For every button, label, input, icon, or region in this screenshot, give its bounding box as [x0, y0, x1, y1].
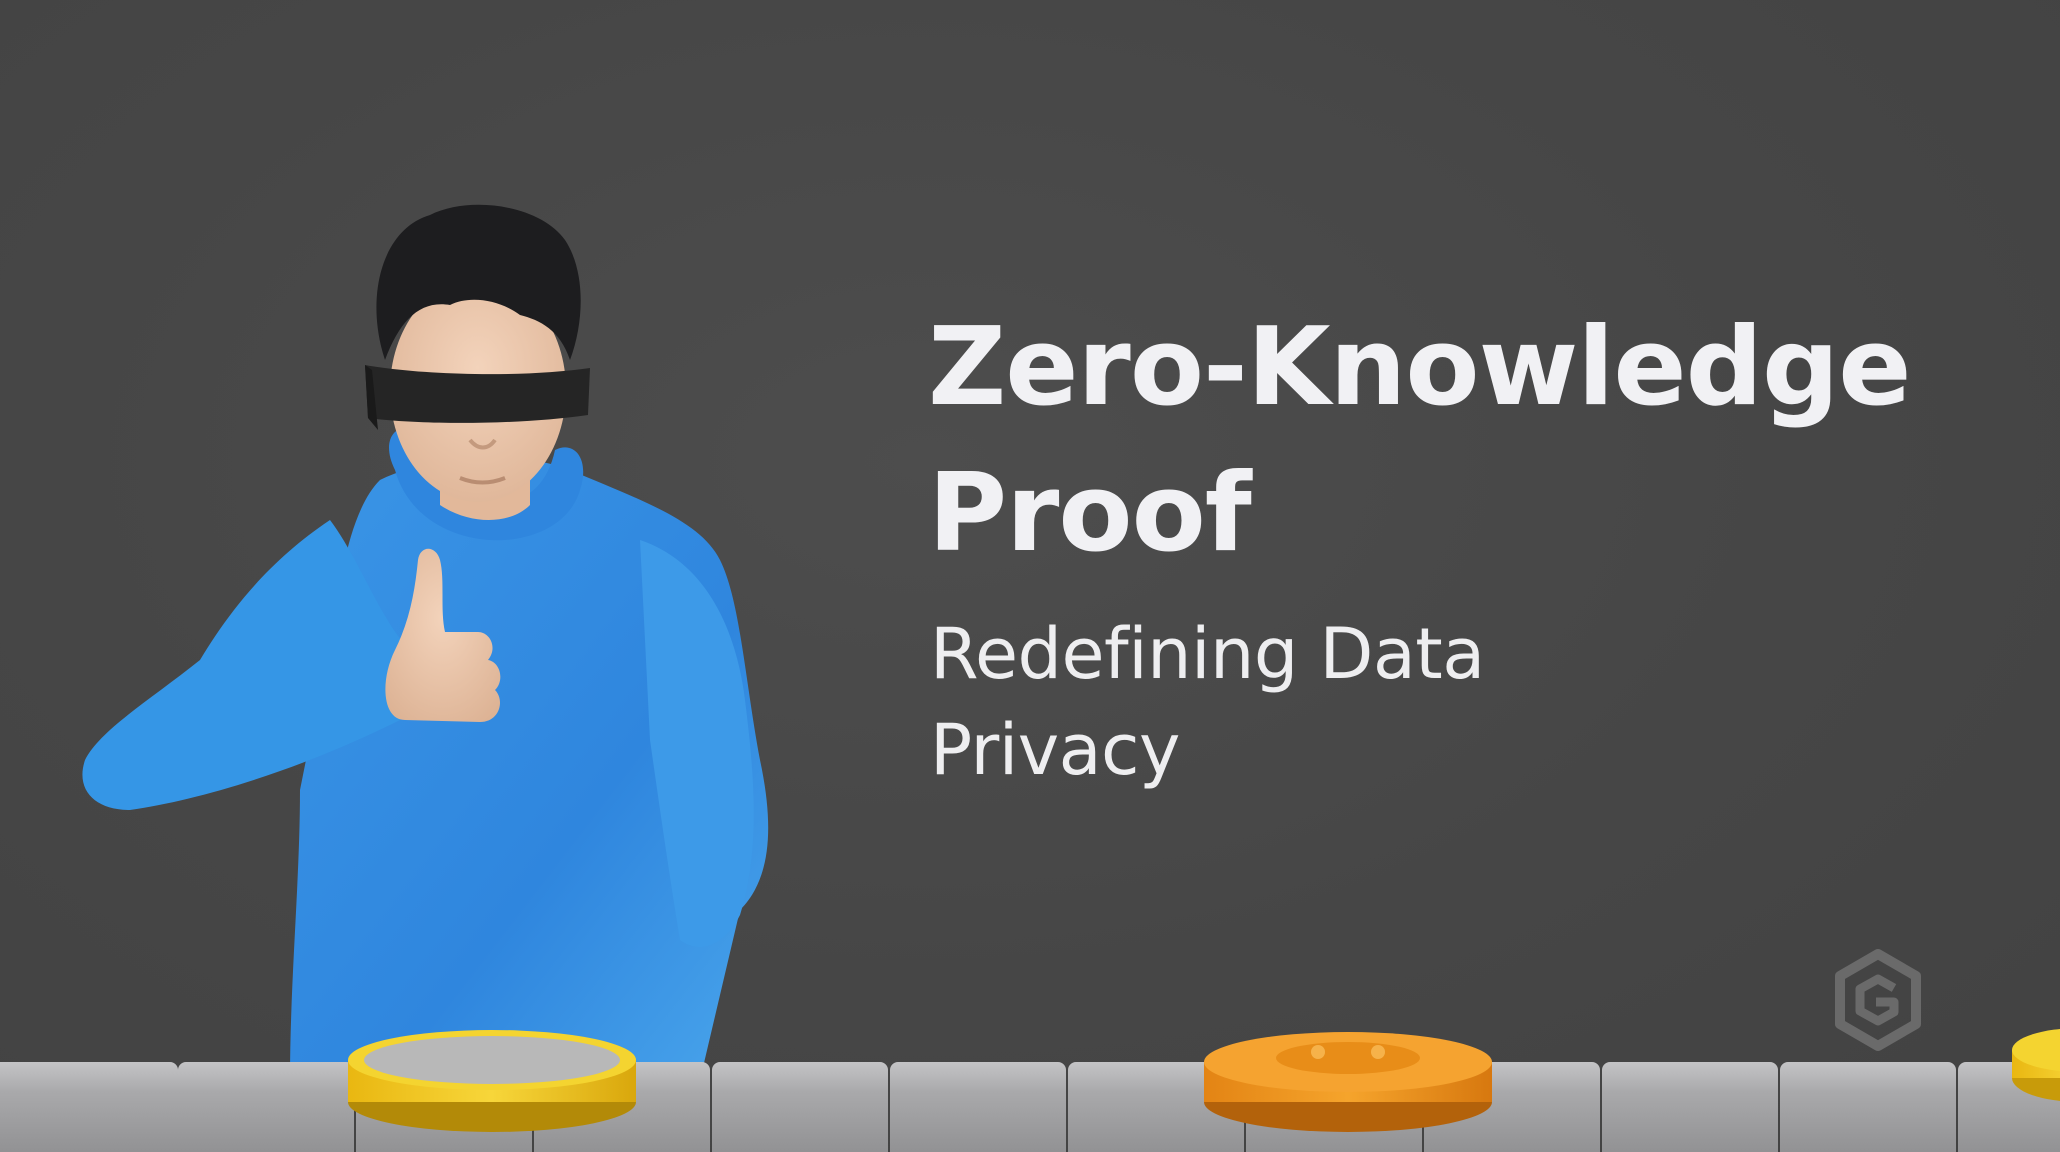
tile-floor — [0, 1062, 2060, 1152]
page-title: Zero-Knowledge Proof — [928, 295, 1912, 587]
title-line-2: Proof — [928, 451, 1252, 576]
orange-coin — [1204, 1032, 1492, 1132]
hexagon-logo-icon — [1835, 949, 1921, 1051]
gold-ring — [348, 1030, 636, 1132]
page-subtitle: Redefining Data Privacy — [930, 606, 1485, 798]
subtitle-line-2: Privacy — [930, 709, 1180, 791]
title-line-1: Zero-Knowledge — [928, 305, 1912, 430]
subtitle-line-1: Redefining Data — [930, 613, 1485, 695]
hero-banner: Zero-Knowledge Proof Redefining Data Pri… — [0, 0, 2060, 1152]
